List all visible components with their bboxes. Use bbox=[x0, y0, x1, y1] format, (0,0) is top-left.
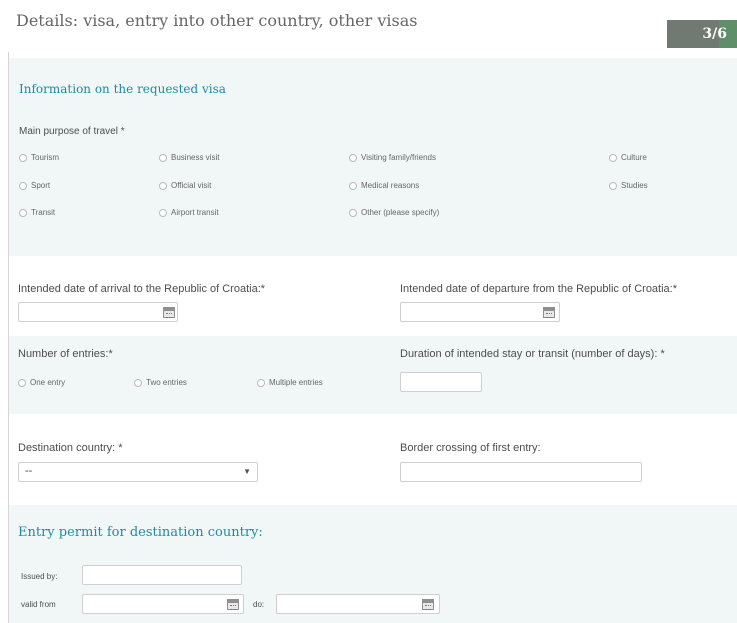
radio-label: Studies bbox=[621, 181, 648, 190]
radio-label: Two entries bbox=[146, 378, 187, 387]
duration-label: Duration of intended stay or transit (nu… bbox=[400, 348, 665, 360]
valid-from-input[interactable] bbox=[82, 594, 244, 614]
radio-icon bbox=[349, 153, 357, 162]
radio-icon bbox=[134, 378, 142, 387]
valid-from-label: valid from bbox=[21, 600, 56, 609]
purpose-airport-transit-radio[interactable]: Airport transit bbox=[159, 208, 219, 217]
page-title: Details: visa, entry into other country,… bbox=[16, 11, 418, 30]
radio-icon bbox=[159, 181, 167, 190]
radio-icon bbox=[609, 153, 617, 162]
calendar-icon[interactable] bbox=[422, 599, 434, 610]
step-indicator: 3/6 bbox=[702, 26, 727, 42]
purpose-other-radio[interactable]: Other (please specify) bbox=[349, 208, 439, 217]
destination-country-label: Destination country: * bbox=[18, 442, 123, 454]
purpose-business-visit-radio[interactable]: Business visit bbox=[159, 153, 219, 162]
section-title-entry-permit: Entry permit for destination country: bbox=[18, 525, 263, 540]
valid-to-label: do: bbox=[253, 600, 265, 609]
entry-permit-section: Entry permit for destination country: Is… bbox=[9, 505, 737, 623]
purpose-visiting-family-radio[interactable]: Visiting family/friends bbox=[349, 153, 436, 162]
border-crossing-input[interactable] bbox=[400, 462, 642, 482]
entries-label: Number of entries:* bbox=[18, 348, 113, 360]
arrival-date-input[interactable] bbox=[18, 302, 178, 322]
radio-icon bbox=[19, 181, 27, 190]
issued-by-input[interactable] bbox=[82, 565, 242, 585]
radio-icon bbox=[19, 208, 27, 217]
purpose-official-visit-radio[interactable]: Official visit bbox=[159, 181, 211, 190]
radio-label: Official visit bbox=[171, 181, 212, 190]
visa-info-section: Information on the requested visa Main p… bbox=[9, 58, 737, 256]
radio-icon bbox=[349, 181, 357, 190]
calendar-icon[interactable] bbox=[227, 599, 239, 610]
entries-one-radio[interactable]: One entry bbox=[18, 378, 65, 387]
form-header: Details: visa, entry into other country,… bbox=[8, 0, 737, 52]
radio-label: Culture bbox=[621, 153, 647, 162]
arrival-date-label: Intended date of arrival to the Republic… bbox=[18, 283, 266, 295]
purpose-tourism-radio[interactable]: Tourism bbox=[19, 153, 59, 162]
purpose-transit-radio[interactable]: Transit bbox=[19, 208, 55, 217]
valid-to-input[interactable] bbox=[276, 594, 440, 614]
radio-label: Sport bbox=[31, 181, 51, 190]
border-crossing-label: Border crossing of first entry: bbox=[400, 442, 541, 454]
radio-icon bbox=[159, 153, 167, 162]
radio-icon bbox=[18, 378, 26, 387]
purpose-culture-radio[interactable]: Culture bbox=[609, 153, 647, 162]
radio-label: Medical reasons bbox=[361, 181, 420, 190]
duration-input[interactable] bbox=[400, 372, 482, 392]
destination-country-select[interactable]: -- ▼ bbox=[18, 462, 258, 482]
radio-label: Other (please specify) bbox=[361, 208, 440, 217]
radio-icon bbox=[19, 153, 27, 162]
radio-icon bbox=[349, 208, 357, 217]
purpose-label: Main purpose of travel * bbox=[19, 126, 125, 137]
radio-icon bbox=[159, 208, 167, 217]
entries-section: Number of entries:* One entry Two entrie… bbox=[9, 336, 737, 414]
radio-label: Visiting family/friends bbox=[361, 153, 436, 162]
calendar-icon[interactable] bbox=[543, 307, 555, 318]
radio-label: Business visit bbox=[171, 153, 220, 162]
section-title-visa-info: Information on the requested visa bbox=[19, 82, 226, 96]
radio-label: Transit bbox=[31, 208, 56, 217]
radio-label: Tourism bbox=[31, 153, 60, 162]
departure-date-input[interactable] bbox=[400, 302, 560, 322]
calendar-icon[interactable] bbox=[163, 307, 175, 318]
purpose-studies-radio[interactable]: Studies bbox=[609, 181, 648, 190]
purpose-sport-radio[interactable]: Sport bbox=[19, 181, 50, 190]
radio-label: Airport transit bbox=[171, 208, 219, 217]
issued-by-label: Issued by: bbox=[21, 572, 58, 581]
entries-multiple-radio[interactable]: Multiple entries bbox=[257, 378, 323, 387]
entries-two-radio[interactable]: Two entries bbox=[134, 378, 187, 387]
radio-label: One entry bbox=[30, 378, 66, 387]
radio-label: Multiple entries bbox=[269, 378, 323, 387]
radio-icon bbox=[257, 378, 265, 387]
departure-date-label: Intended date of departure from the Repu… bbox=[400, 283, 678, 295]
selected-country-value: -- bbox=[25, 465, 33, 477]
radio-icon bbox=[609, 181, 617, 190]
step-badge: 3/6 bbox=[667, 20, 737, 48]
purpose-medical-reasons-radio[interactable]: Medical reasons bbox=[349, 181, 419, 190]
chevron-down-icon: ▼ bbox=[243, 467, 251, 476]
